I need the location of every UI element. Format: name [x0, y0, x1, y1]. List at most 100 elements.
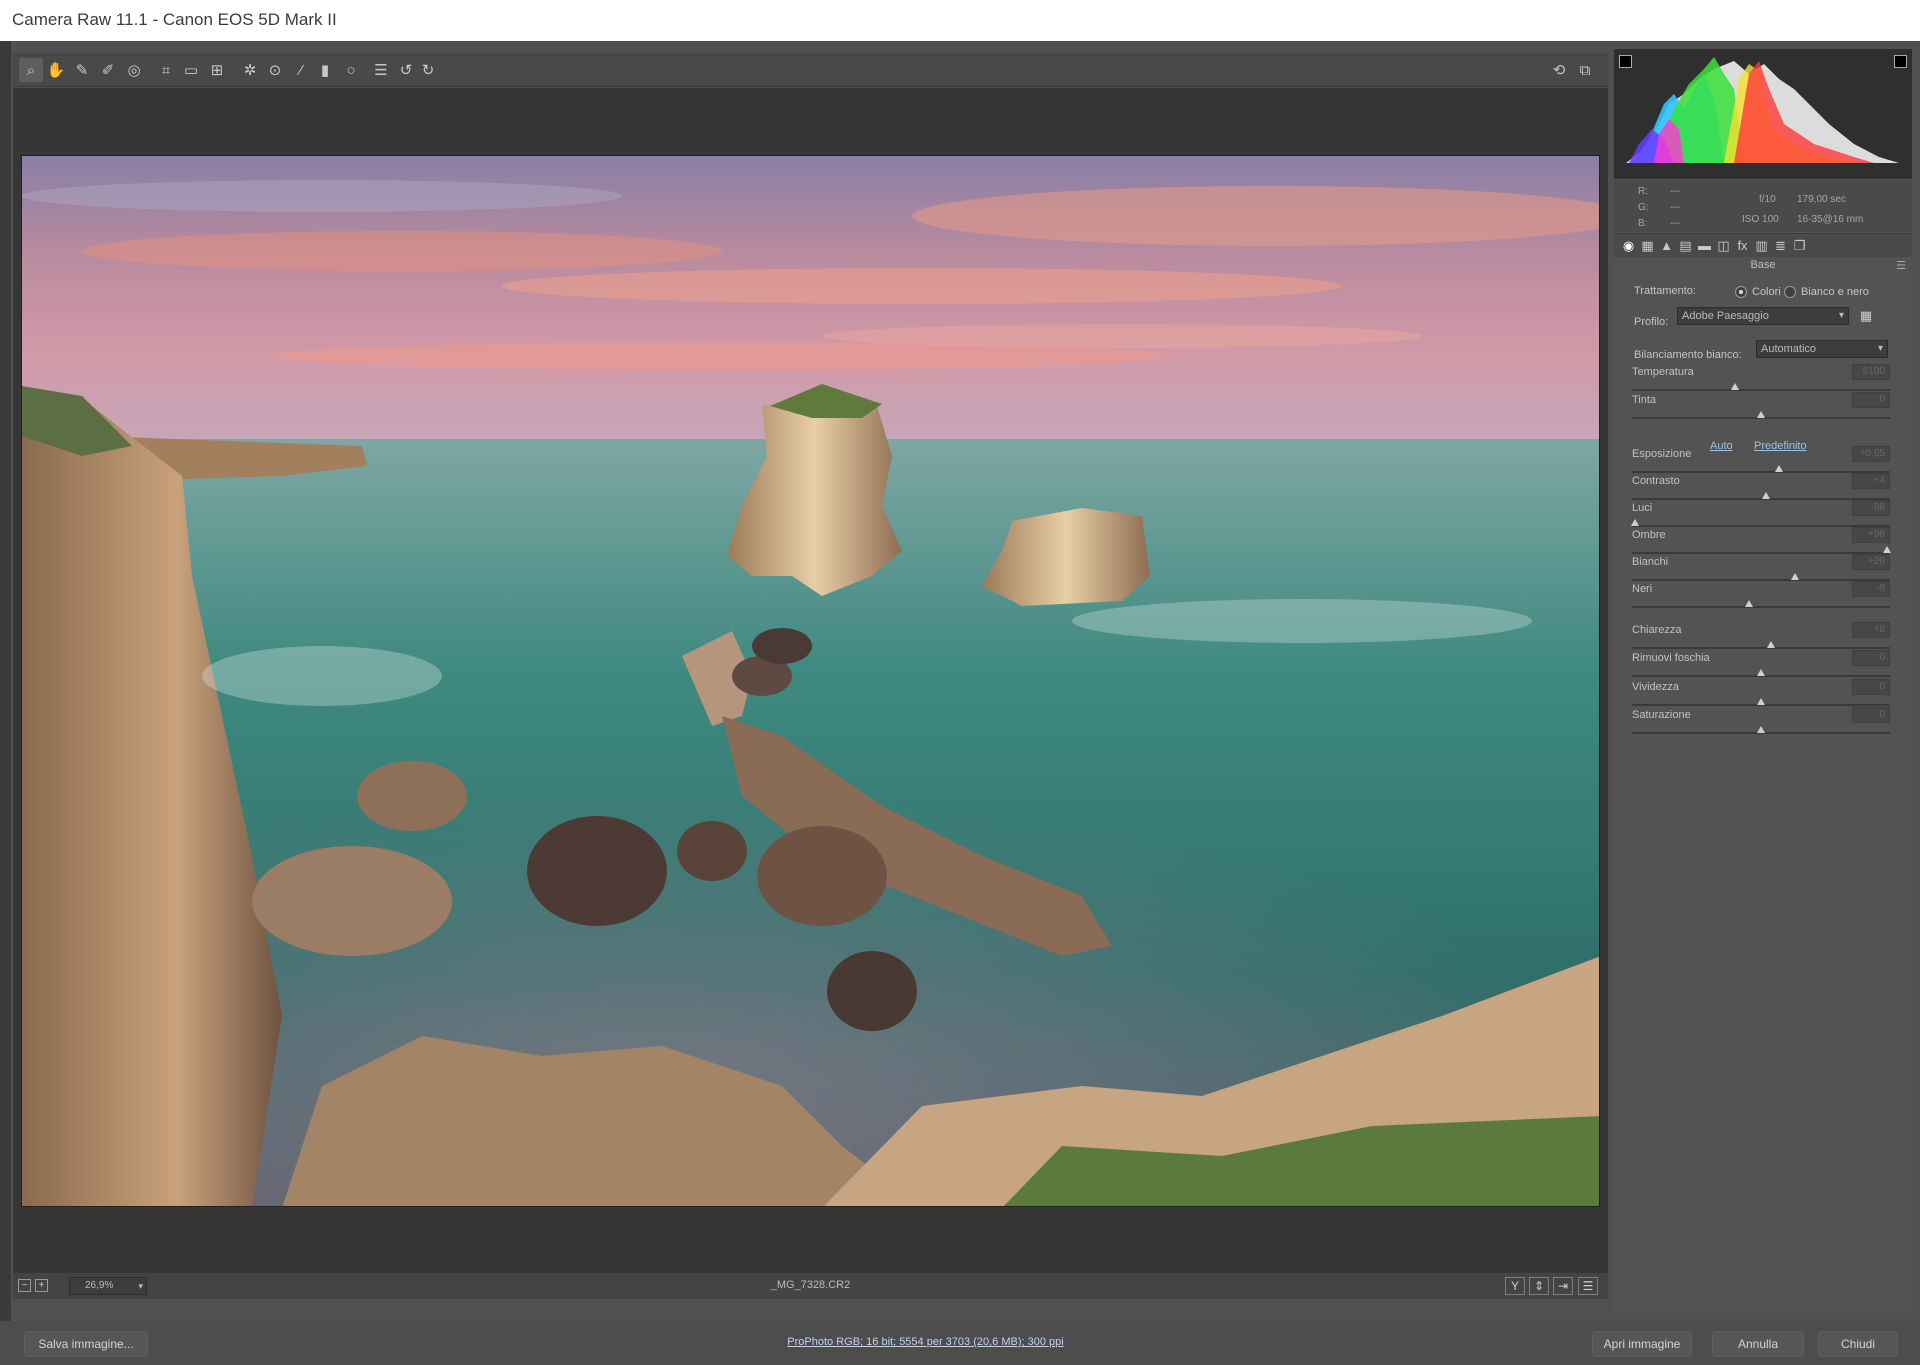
viewer-status-bar: − + 26,9% ▾ _MG_7328.CR2 Y ⇕ ⇥ ☰ — [13, 1273, 1608, 1299]
hand-icon: ✋ — [46, 62, 66, 79]
copy-settings-button[interactable]: ⇥ — [1553, 1277, 1573, 1295]
profile-browser-icon[interactable]: ▦ — [1856, 307, 1876, 325]
exposure-value-field[interactable]: +0,65 — [1852, 446, 1890, 462]
saturation-thumb[interactable] — [1757, 726, 1765, 733]
rotate-left-tool[interactable]: ↺ — [394, 58, 418, 82]
graduated-filter-icon: ▮ — [320, 62, 330, 79]
shadows-value-field[interactable]: +98 — [1852, 527, 1890, 543]
toggle-preview-tool[interactable]: ⟲ — [1547, 58, 1571, 82]
swap-settings-button[interactable]: ⇕ — [1529, 1277, 1549, 1295]
iso: ISO 100 — [1742, 214, 1779, 225]
zoom-tool[interactable]: ⌕ — [19, 58, 43, 82]
magnifier-icon: ⌕ — [26, 61, 36, 79]
blacks-slider[interactable]: Neri -9 — [1632, 581, 1890, 615]
whites-value-field[interactable]: +26 — [1852, 554, 1890, 570]
saturation-slider[interactable]: Saturazione 0 — [1632, 707, 1890, 741]
close-button[interactable]: Chiudi — [1818, 1331, 1898, 1357]
open-image-button[interactable]: Apri immagine — [1592, 1331, 1692, 1357]
white-balance-label: Bilanciamento bianco: — [1634, 349, 1742, 361]
hand-tool[interactable]: ✋ — [44, 58, 68, 82]
blacks-value-field[interactable]: -9 — [1852, 581, 1890, 597]
spot-removal-tool[interactable]: ✲ — [238, 58, 262, 82]
tab-effects[interactable]: fx — [1734, 238, 1751, 254]
lens: 16-35@16 mm — [1797, 214, 1864, 225]
whites-thumb[interactable] — [1790, 573, 1799, 580]
aperture: f/10 — [1759, 194, 1776, 205]
red-eye-tool[interactable]: ⊙ — [263, 58, 287, 82]
white-balance-value: Automatico — [1761, 343, 1817, 355]
tab-detail[interactable]: ▲ — [1658, 238, 1675, 254]
shadows-label: Ombre — [1632, 529, 1666, 541]
dehaze-value-field[interactable]: 0 — [1852, 650, 1890, 666]
saturation-value-field[interactable]: 0 — [1852, 707, 1890, 723]
contrast-thumb[interactable] — [1762, 492, 1771, 499]
histogram-graph — [1626, 57, 1899, 163]
temperature-track[interactable] — [1632, 389, 1890, 391]
panel-menu-icon[interactable]: ☰ — [1896, 259, 1906, 272]
tab-calibration[interactable]: ▥ — [1753, 238, 1770, 254]
preferences-tool[interactable]: ☰ — [369, 58, 393, 82]
workflow-options-link[interactable]: ProPhoto RGB; 16 bit; 5554 per 3703 (20,… — [0, 1336, 1851, 1348]
rotate-right-tool[interactable]: ↻ — [416, 58, 440, 82]
highlights-thumb[interactable] — [1630, 519, 1639, 526]
landscape-photo — [22, 156, 1599, 1206]
profile-value: Adobe Paesaggio — [1682, 310, 1769, 322]
targeted-adjustment-tool[interactable]: ◎ — [122, 58, 146, 82]
fullscreen-tool[interactable]: ⧉ — [1573, 58, 1597, 82]
before-after-button[interactable]: Y — [1505, 1277, 1525, 1295]
shadows-thumb[interactable] — [1883, 546, 1892, 553]
clarity-thumb[interactable] — [1767, 641, 1776, 648]
tint-value-field[interactable]: 0 — [1852, 392, 1890, 408]
blacks-label: Neri — [1632, 583, 1653, 595]
highlights-value-field[interactable]: -98 — [1852, 500, 1890, 516]
swap-icon: ⇕ — [1533, 1279, 1545, 1293]
photo-preview[interactable] — [21, 155, 1600, 1207]
tab-presets[interactable]: ≣ — [1772, 238, 1789, 254]
tab-base[interactable]: ◉ — [1620, 238, 1637, 254]
transform-icon: ⊞ — [210, 62, 224, 79]
treatment-bw-radio[interactable] — [1784, 286, 1796, 298]
exposure-thumb[interactable] — [1775, 465, 1784, 472]
vibrance-thumb[interactable] — [1757, 698, 1765, 705]
calibration-icon: ▥ — [1755, 238, 1768, 253]
vibrance-value-field[interactable]: 0 — [1852, 679, 1890, 695]
rotate-cw-icon: ↻ — [421, 62, 435, 79]
tab-snapshots[interactable]: ❐ — [1791, 238, 1808, 254]
image-viewport[interactable] — [13, 88, 1608, 1273]
tint-slider[interactable]: Tinta 0 — [1632, 392, 1890, 426]
radial-filter-tool[interactable]: ○ — [339, 58, 363, 82]
tab-hsl[interactable]: ▤ — [1677, 238, 1694, 254]
eyedropper-icon: ✎ — [75, 62, 89, 79]
tint-thumb[interactable] — [1757, 411, 1765, 418]
graduated-filter-tool[interactable]: ▮ — [313, 58, 337, 82]
white-balance-tool[interactable]: ✎ — [70, 58, 94, 82]
straighten-tool[interactable]: ▭ — [179, 58, 203, 82]
profile-select[interactable]: Adobe Paesaggio ▾ — [1677, 307, 1849, 325]
blacks-track[interactable] — [1632, 606, 1890, 608]
blacks-thumb[interactable] — [1745, 600, 1754, 607]
cancel-button[interactable]: Annulla — [1712, 1331, 1804, 1357]
tab-lens[interactable]: ◫ — [1715, 238, 1732, 254]
tab-split-toning[interactable]: ▬ — [1696, 238, 1713, 254]
clarity-value-field[interactable]: +8 — [1852, 622, 1890, 638]
crop-tool[interactable]: ⌗ — [154, 58, 178, 82]
transform-tool[interactable]: ⊞ — [205, 58, 229, 82]
b-value: --- — [1670, 218, 1680, 229]
panel-tabs: ◉ ▦ ▲ ▤ ▬ ◫ fx ▥ ≣ ❐ — [1614, 233, 1912, 257]
dehaze-thumb[interactable] — [1757, 669, 1765, 676]
temperature-value-field[interactable]: 6100 — [1852, 364, 1890, 380]
adjustment-brush-tool[interactable]: ⁄ — [289, 58, 313, 82]
clarity-track[interactable] — [1632, 647, 1890, 649]
file-name: _MG_7328.CR2 — [770, 1279, 851, 1291]
color-sampler-tool[interactable]: ✐ — [96, 58, 120, 82]
temperature-thumb[interactable] — [1731, 383, 1740, 390]
contrast-value-field[interactable]: +4 — [1852, 473, 1890, 489]
snapshots-icon: ❐ — [1793, 238, 1806, 253]
tab-tone-curve[interactable]: ▦ — [1639, 238, 1656, 254]
dialog-footer: Salva immagine... ProPhoto RGB; 16 bit; … — [0, 1321, 1920, 1365]
g-label: G: — [1638, 202, 1649, 213]
white-balance-select[interactable]: Automatico ▾ — [1756, 340, 1888, 358]
treatment-color-radio[interactable] — [1735, 286, 1747, 298]
preview-prefs-button[interactable]: ☰ — [1578, 1277, 1598, 1295]
hsl-icon: ▤ — [1679, 238, 1692, 253]
